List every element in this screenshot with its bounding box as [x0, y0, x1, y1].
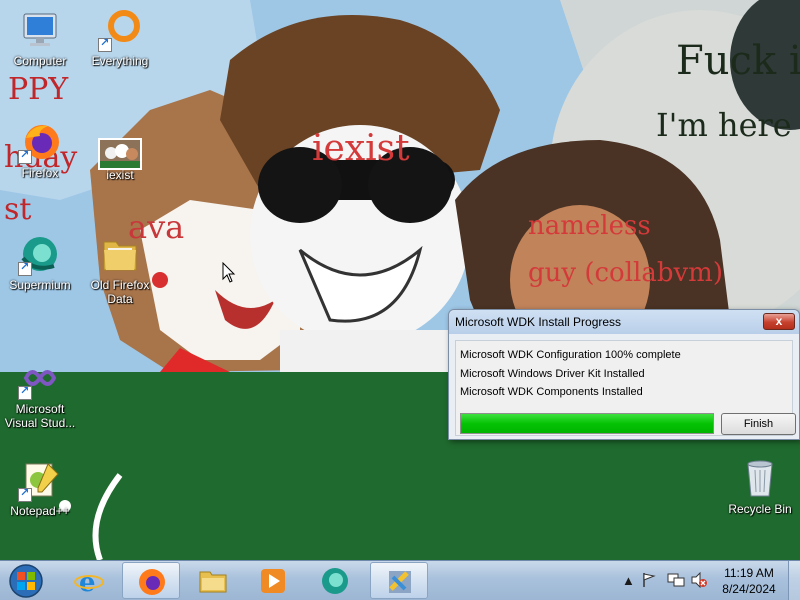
windows-logo-icon	[9, 564, 43, 598]
desktop-icon-label: Supermium	[9, 278, 71, 292]
wallpaper-label-iexist: iexist	[312, 128, 410, 169]
mouse-cursor-icon	[222, 262, 236, 283]
network-icon[interactable]	[667, 572, 685, 588]
desktop-icon-label: Recycle Bin	[728, 502, 792, 516]
folder-icon	[98, 232, 142, 276]
firefox-icon	[139, 569, 165, 595]
shortcut-arrow-icon	[18, 148, 32, 164]
visual-studio-icon	[18, 356, 62, 400]
taskbar-explorer[interactable]	[184, 562, 242, 599]
install-progress-bar	[460, 413, 714, 434]
desktop-icon-label: Notepad++	[10, 504, 70, 518]
shortcut-arrow-icon	[98, 36, 112, 52]
everything-icon	[98, 8, 142, 52]
volume-muted-icon[interactable]	[690, 572, 708, 588]
shortcut-arrow-icon	[18, 384, 32, 400]
recycle-bin-icon	[738, 456, 782, 500]
show-desktop-button[interactable]	[788, 561, 800, 600]
dialog-title: Microsoft WDK Install Progress	[455, 315, 622, 329]
desktop-icon-notepadpp[interactable]: Notepad++	[2, 458, 78, 518]
shortcut-arrow-icon	[18, 486, 32, 502]
media-player-icon	[261, 569, 285, 593]
taskbar-wdk-setup[interactable]	[370, 562, 428, 599]
desktop-icon-computer[interactable]: Computer	[2, 8, 78, 68]
desktop-icon-label: Old Firefox Data	[90, 278, 150, 306]
setup-installer-icon	[389, 571, 411, 593]
taskbar: e ▲ 11:19 AM 8/24/2024	[0, 560, 800, 600]
taskbar-supermium[interactable]	[306, 562, 364, 599]
desktop-icon-label: Microsoft Visual Stud...	[4, 402, 76, 430]
folder-icon	[199, 571, 227, 593]
internet-explorer-icon: e	[74, 568, 104, 596]
desktop-icon-label: Firefox	[21, 166, 59, 180]
supermium-icon	[322, 568, 348, 594]
status-line-driver-kit: Microsoft Windows Driver Kit Installed	[460, 368, 645, 380]
desktop-icon-supermium[interactable]: Supermium	[2, 232, 78, 292]
desktop-icon-visual-studio[interactable]: Microsoft Visual Stud...	[2, 356, 78, 430]
desktop-icon-old-firefox-data[interactable]: Old Firefox Data	[82, 232, 158, 306]
wallpaper-label-guy: guy (collabvm)	[528, 258, 723, 288]
wdk-install-progress-dialog[interactable]: Microsoft WDK Install Progress x Microso…	[448, 309, 800, 440]
wallpaper-label-nameless: nameless	[528, 211, 651, 241]
status-line-configuration: Microsoft WDK Configuration 100% complet…	[460, 349, 681, 361]
wallpaper-text-here: I'm here to	[656, 106, 800, 144]
dialog-body: Microsoft WDK Configuration 100% complet…	[455, 340, 796, 436]
supermium-icon	[18, 232, 62, 276]
svg-text:e: e	[79, 568, 96, 596]
action-center-flag-icon[interactable]	[641, 572, 657, 588]
taskbar-media-player[interactable]	[244, 562, 302, 599]
dialog-titlebar[interactable]: Microsoft WDK Install Progress x	[449, 310, 799, 334]
desktop-icon-label: Everything	[91, 54, 149, 68]
computer-icon	[18, 8, 62, 52]
firefox-icon	[18, 120, 62, 164]
taskbar-internet-explorer[interactable]: e	[60, 562, 118, 599]
status-line-components: Microsoft WDK Components Installed	[460, 386, 643, 398]
show-hidden-icons-icon[interactable]: ▲	[622, 573, 635, 588]
clock-time: 11:19 AM	[724, 566, 774, 580]
desktop-icon-recycle-bin[interactable]: Recycle Bin	[722, 456, 798, 516]
clock-date: 8/24/2024	[722, 582, 776, 596]
start-button[interactable]	[6, 563, 46, 599]
taskbar-firefox[interactable]	[122, 562, 180, 599]
wallpaper-text-ppy: PPY	[8, 72, 69, 107]
desktop-icon-iexist[interactable]: iexist	[82, 132, 158, 182]
wallpaper-text-fuck-it: Fuck it,	[676, 38, 800, 84]
system-clock[interactable]: 11:19 AM 8/24/2024	[712, 565, 786, 597]
image-file-icon	[98, 132, 142, 170]
finish-button[interactable]: Finish	[721, 413, 796, 435]
notepadpp-icon	[18, 458, 62, 502]
progress-fill	[461, 414, 713, 433]
shortcut-arrow-icon	[18, 260, 32, 276]
desktop-icon-label: Computer	[13, 54, 67, 68]
desktop-icon-firefox[interactable]: Firefox	[2, 120, 78, 180]
close-button[interactable]: x	[763, 313, 795, 330]
desktop-icon-everything[interactable]: Everything	[82, 8, 158, 68]
wallpaper-text-st: st	[4, 192, 32, 227]
